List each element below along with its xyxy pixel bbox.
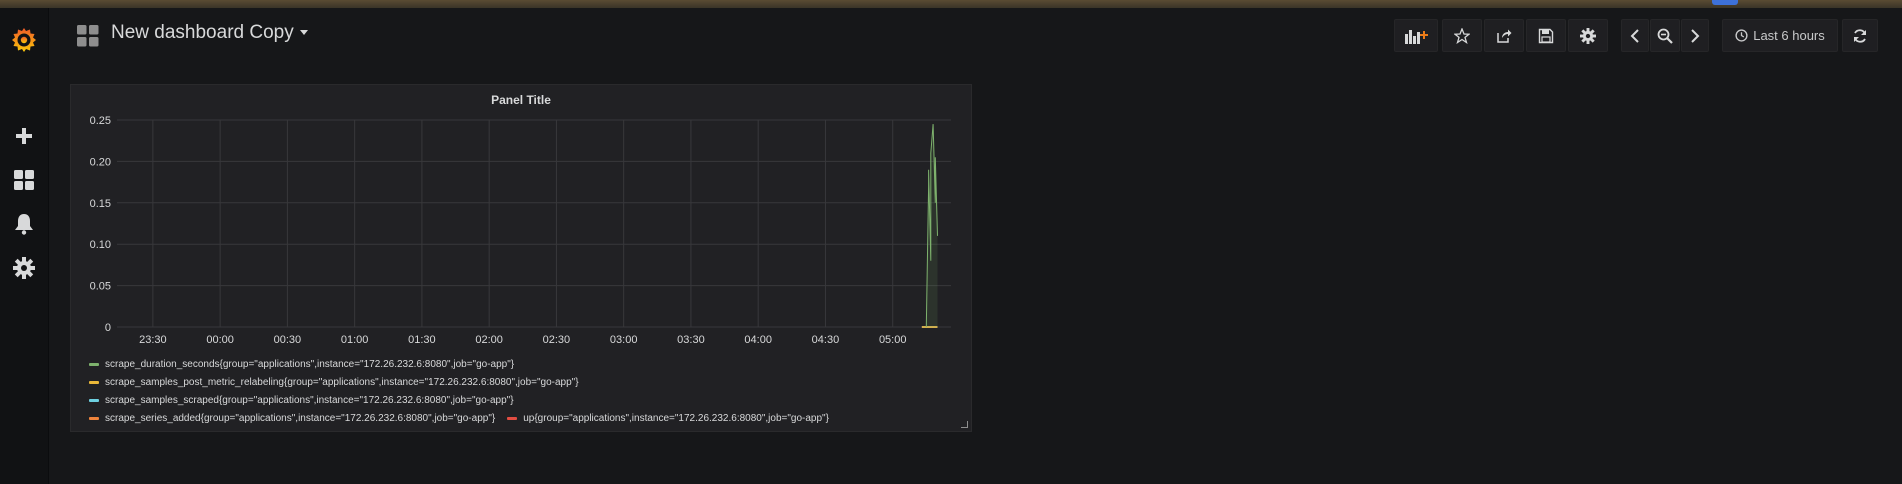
- legend-item[interactable]: scrape_series_added{group="applications"…: [89, 413, 495, 424]
- grafana-logo[interactable]: [4, 20, 44, 60]
- time-range-picker[interactable]: Last 6 hours: [1722, 19, 1838, 52]
- legend-swatch: [507, 416, 518, 420]
- legend-label: scrape_series_added{group="applications"…: [105, 412, 496, 424]
- save-icon: [1538, 28, 1554, 43]
- star-icon: [1454, 27, 1470, 44]
- x-tick-label: 00:00: [206, 334, 234, 346]
- gear-icon: [1580, 27, 1596, 44]
- y-tick-label: 0.15: [90, 198, 111, 210]
- dashboard-title-picker[interactable]: New dashboard Copy: [111, 22, 308, 44]
- x-tick-label: 04:00: [744, 334, 772, 346]
- settings-button[interactable]: [1568, 19, 1608, 52]
- legend-label: scrape_samples_scraped{group="applicatio…: [105, 394, 514, 406]
- bell-icon[interactable]: [4, 208, 44, 240]
- graph-panel[interactable]: Panel Title 0 0.05 0.10 0.15 0.20 0.25 23:30 00…: [70, 84, 972, 432]
- x-tick-label: 00:30: [274, 334, 302, 346]
- y-tick-label: 0.25: [90, 115, 111, 127]
- legend-item[interactable]: scrape_duration_seconds{group="applicati…: [89, 359, 514, 370]
- dashboard-title: New dashboard Copy: [111, 22, 294, 43]
- legend-label: up{group="applications",instance="172.26…: [523, 412, 829, 424]
- legend-row: scrape_samples_scraped{group="applicatio…: [89, 391, 841, 409]
- x-tick-label: 05:00: [879, 334, 907, 346]
- legend-item[interactable]: up{group="applications",instance="172.26…: [507, 413, 829, 424]
- legend-row: scrape_samples_post_metric_relabeling{gr…: [89, 373, 841, 391]
- top-strip-marker: [1712, 0, 1738, 5]
- refresh-icon: [1854, 28, 1866, 43]
- legend-swatch: [89, 416, 99, 420]
- dashboards-icon[interactable]: [4, 164, 44, 196]
- chevron-right-icon: [1691, 28, 1700, 43]
- y-tick-label: 0.20: [90, 156, 111, 168]
- gear-icon[interactable]: [4, 252, 44, 284]
- legend-label: scrape_samples_post_metric_relabeling{gr…: [105, 376, 579, 388]
- save-button[interactable]: [1526, 19, 1566, 52]
- zoom-out-button[interactable]: [1650, 19, 1680, 52]
- caret-down-icon: [299, 30, 308, 36]
- graph-legend: scrape_duration_seconds{group="applicati…: [89, 355, 841, 427]
- browser-top-strip: [0, 0, 1902, 8]
- y-tick-label: 0.10: [90, 239, 111, 251]
- panel-resize-handle[interactable]: [961, 421, 968, 428]
- y-tick-label: 0.05: [90, 281, 111, 293]
- x-tick-label: 23:30: [139, 334, 167, 346]
- x-tick-label: 04:30: [812, 334, 840, 346]
- x-tick-label: 02:30: [543, 334, 571, 346]
- share-icon: [1497, 29, 1512, 43]
- add-panel-icon: [1405, 29, 1428, 44]
- legend-swatch: [89, 362, 99, 366]
- y-tick-label: 0: [105, 322, 111, 334]
- zoom-out-icon: [1657, 28, 1673, 44]
- x-tick-label: 01:00: [341, 334, 369, 346]
- refresh-button[interactable]: [1842, 19, 1878, 52]
- x-tick-label: 01:30: [408, 334, 436, 346]
- time-forward-button[interactable]: [1681, 19, 1709, 52]
- legend-label: scrape_duration_seconds{group="applicati…: [105, 358, 515, 370]
- share-button[interactable]: [1484, 19, 1524, 52]
- legend-item[interactable]: scrape_samples_post_metric_relabeling{gr…: [89, 377, 579, 388]
- add-panel-button[interactable]: [1394, 19, 1438, 52]
- x-tick-label: 03:30: [677, 334, 705, 346]
- x-tick-label: 02:00: [475, 334, 503, 346]
- legend-item[interactable]: scrape_samples_scraped{group="applicatio…: [89, 395, 514, 406]
- graph-chart[interactable]: 0 0.05 0.10 0.15 0.20 0.25 23:30 00:00 00:30 01:0…: [71, 85, 971, 353]
- legend-swatch: [89, 398, 99, 402]
- legend-row: scrape_duration_seconds{group="applicati…: [89, 355, 841, 373]
- chevron-left-icon: [1630, 28, 1639, 43]
- x-tick-label: 03:00: [610, 334, 638, 346]
- legend-row: scrape_series_added{group="applications"…: [89, 409, 841, 427]
- clock-icon: [1735, 29, 1748, 42]
- legend-swatch: [89, 380, 99, 384]
- plus-icon[interactable]: [4, 120, 44, 152]
- time-back-button[interactable]: [1621, 19, 1649, 52]
- dashboard-grid-icon[interactable]: [77, 25, 99, 47]
- star-button[interactable]: [1442, 19, 1482, 52]
- time-range-label: Last 6 hours: [1753, 28, 1825, 43]
- sidebar: [0, 8, 49, 484]
